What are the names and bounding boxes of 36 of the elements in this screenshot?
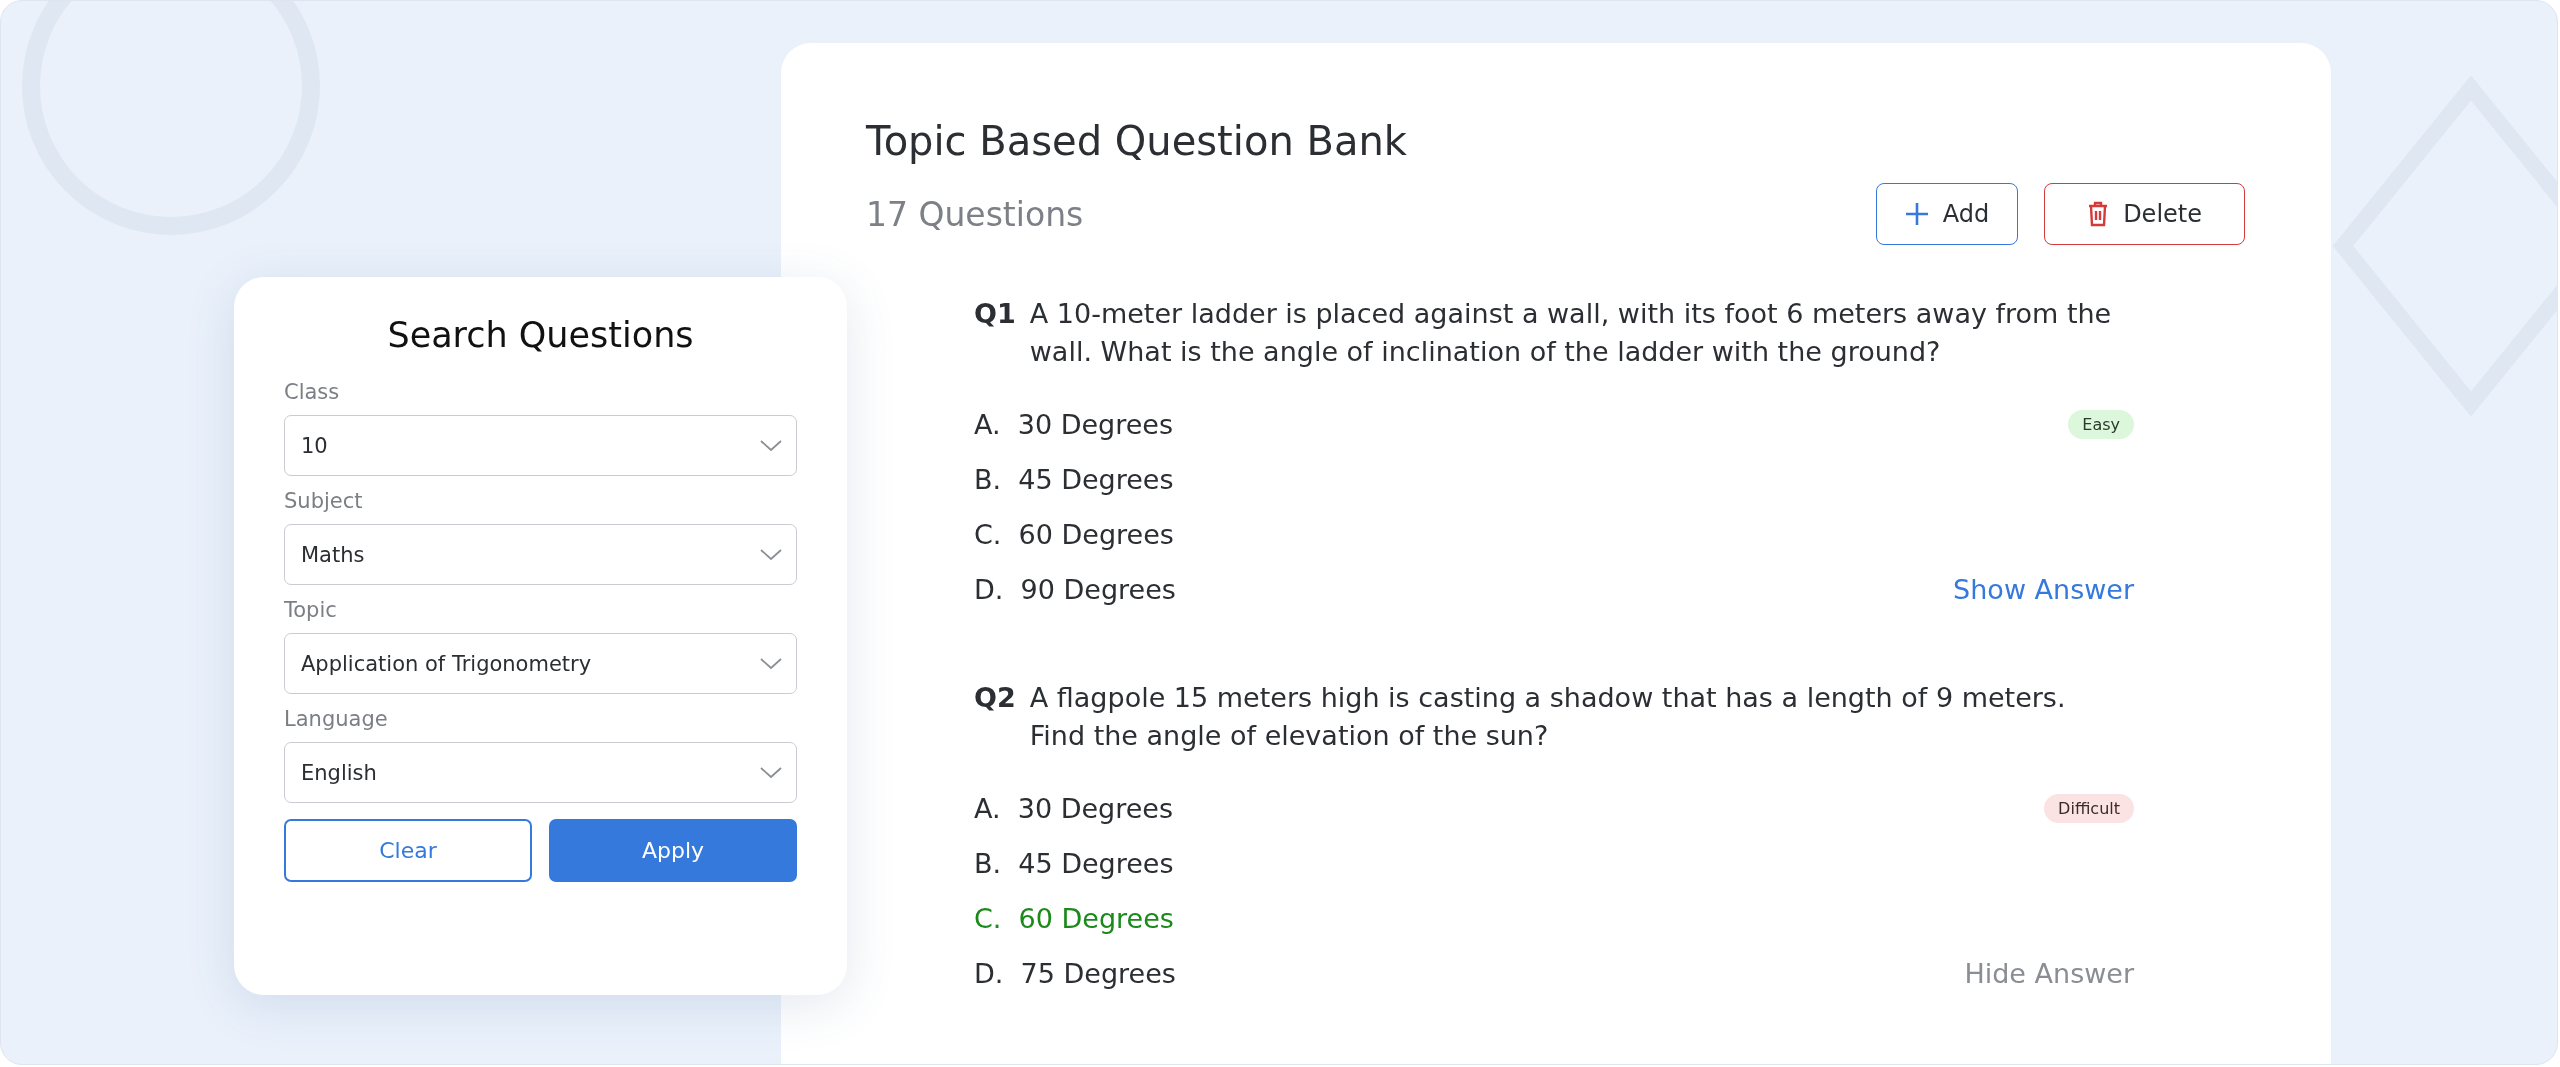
- question-count: 17 Questions: [866, 194, 1084, 234]
- chevron-down-icon: [760, 657, 782, 670]
- trash-icon: [2087, 201, 2110, 227]
- answer-toggle-link[interactable]: Show Answer: [1953, 574, 2134, 605]
- question-number: Q1: [974, 297, 1016, 331]
- answer-option: C. 60 Degrees: [974, 903, 1174, 934]
- delete-button[interactable]: Delete: [2044, 183, 2245, 245]
- panel-title: Search Questions: [387, 314, 694, 357]
- chevron-down-icon: [760, 766, 782, 779]
- question-text: A flagpole 15 meters high is casting a shadow that has a length of 9 meters. Find the angle of elevation of the sun?: [1029, 681, 2067, 753]
- difficulty-badge: Difficult: [2044, 794, 2134, 823]
- answer-option: D. 90 Degrees: [974, 574, 1176, 605]
- difficulty-badge: Easy: [2068, 410, 2134, 439]
- dropdown[interactable]: Application of Trigonometry: [284, 633, 797, 694]
- dropdown[interactable]: Maths: [284, 524, 797, 585]
- field-label: Language: [284, 706, 389, 732]
- chevron-down-icon: [760, 439, 782, 452]
- answer-option: A. 30 Degrees: [974, 793, 1174, 824]
- clear-button[interactable]: Clear: [284, 819, 532, 882]
- apply-button[interactable]: Apply: [549, 819, 797, 882]
- chevron-down-icon: [760, 548, 782, 561]
- plus-icon: [1904, 202, 1929, 226]
- field-label: Topic: [284, 597, 338, 623]
- page-title: Topic Based Question Bank: [866, 117, 1408, 166]
- answer-option: A. 30 Degrees: [974, 409, 1174, 440]
- add-button[interactable]: Add: [1875, 183, 2019, 245]
- answer-option: D. 75 Degrees: [974, 958, 1176, 989]
- answer-option: C. 60 Degrees: [974, 519, 1174, 550]
- question-text: A 10-meter ladder is placed against a wall, with its foot 6 meters away from the wall. What is the angle of inclination of the ladder with the ground?: [1029, 297, 2113, 369]
- dropdown[interactable]: 10: [284, 415, 797, 476]
- question-number: Q2: [974, 681, 1016, 715]
- field-label: Subject: [284, 488, 364, 514]
- dropdown[interactable]: English: [284, 742, 797, 803]
- field-label: Class: [284, 379, 341, 405]
- answer-option: B. 45 Degrees: [974, 464, 1174, 495]
- answer-option: B. 45 Degrees: [974, 848, 1174, 879]
